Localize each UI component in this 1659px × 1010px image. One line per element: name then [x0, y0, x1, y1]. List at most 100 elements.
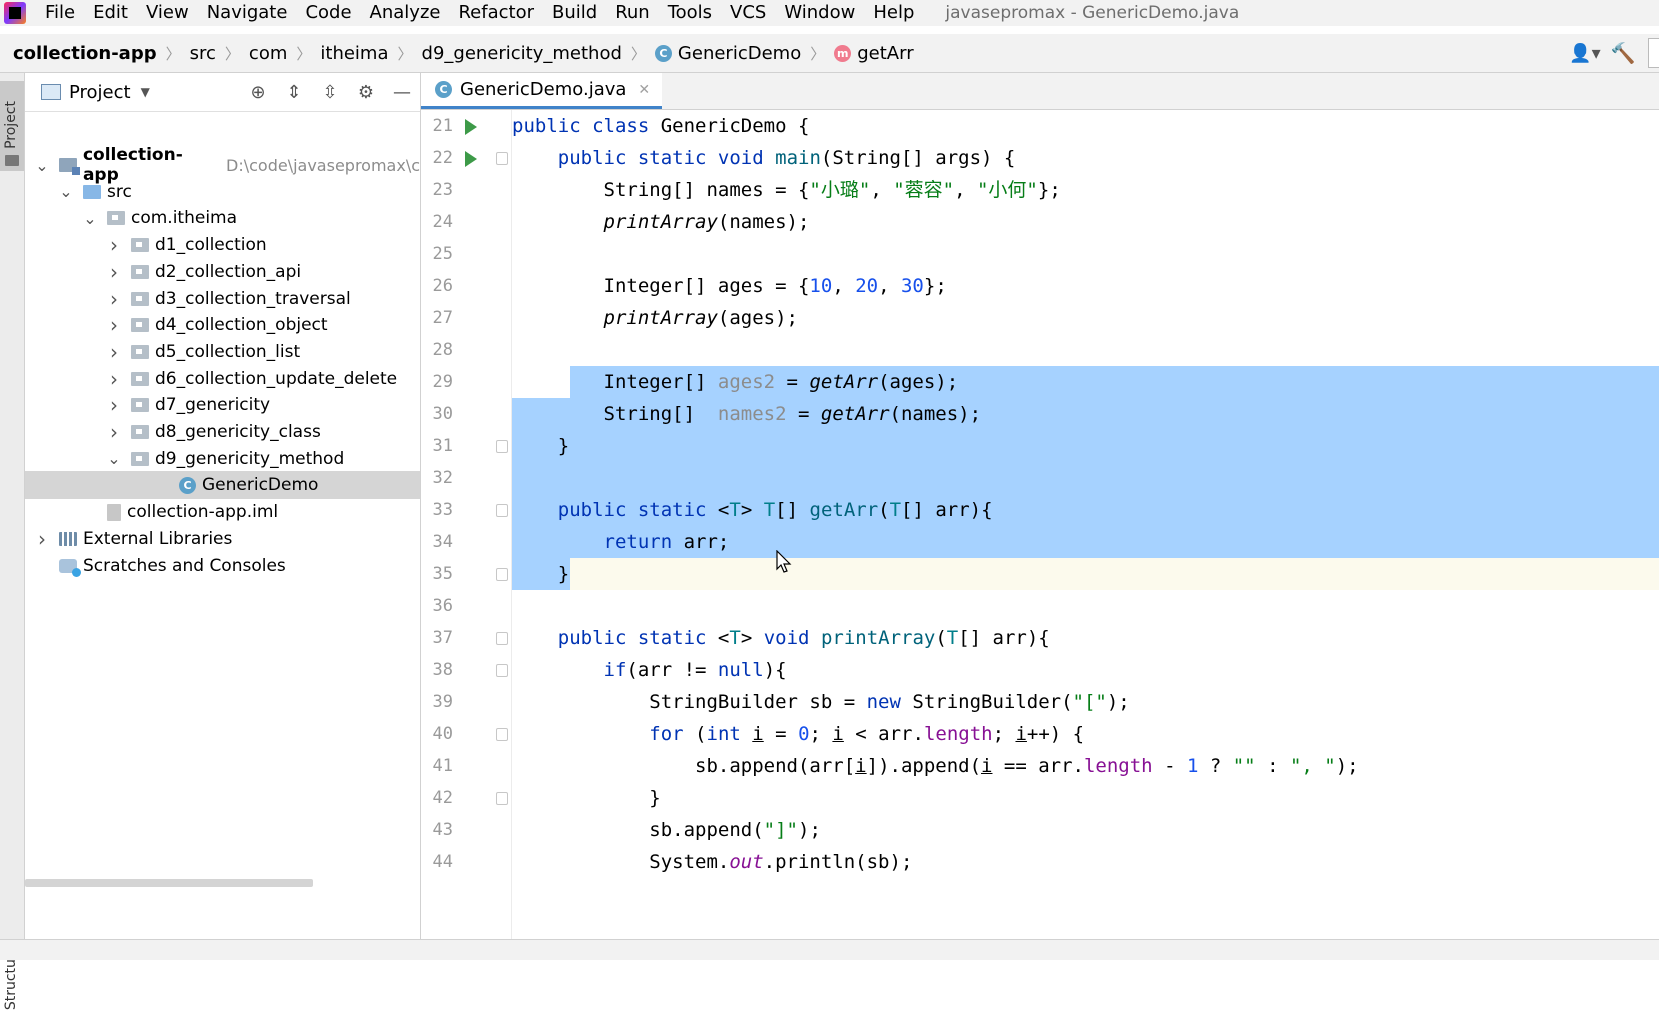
- line-number: 43: [432, 820, 453, 840]
- breadcrumb-itheima[interactable]: itheima: [320, 43, 388, 64]
- package-icon: [131, 425, 149, 439]
- chevron-right-icon[interactable]: ›: [107, 233, 121, 257]
- code-line: sb.append("]");: [512, 819, 821, 841]
- code-area[interactable]: public class GenericDemo { public static…: [512, 110, 1659, 939]
- tree-item-label: d9_genericity_method: [155, 448, 345, 469]
- tree-item[interactable]: ›CGenericDemo: [25, 471, 420, 500]
- hide-panel-icon[interactable]: —: [384, 82, 420, 103]
- tree-item[interactable]: ⌄ src: [25, 178, 420, 206]
- run-icon[interactable]: [465, 151, 477, 167]
- chevron-right-icon[interactable]: ›: [107, 313, 121, 337]
- breadcrumb-src[interactable]: src: [190, 43, 216, 64]
- horizontal-scrollbar[interactable]: [25, 879, 313, 887]
- fold-icon[interactable]: [496, 152, 508, 165]
- chevron-right-icon[interactable]: ›: [107, 367, 121, 391]
- chevron-right-icon[interactable]: ›: [107, 260, 121, 284]
- menu-build[interactable]: Build: [543, 0, 606, 26]
- menu-vcs[interactable]: VCS: [721, 0, 775, 26]
- fold-icon[interactable]: [496, 568, 508, 581]
- gutter-line: 23: [421, 174, 511, 206]
- project-view-icon: [41, 84, 61, 100]
- chevron-down-icon[interactable]: ⌄: [83, 209, 97, 228]
- menu-analyze[interactable]: Analyze: [361, 0, 450, 26]
- menu-view[interactable]: View: [137, 0, 198, 26]
- module-icon: [58, 158, 80, 175]
- line-number: 26: [432, 276, 453, 296]
- expand-all-icon[interactable]: ⇕: [276, 82, 312, 103]
- breadcrumb-project[interactable]: collection-app: [13, 43, 157, 64]
- run-icon[interactable]: [465, 119, 477, 135]
- chevron-down-icon[interactable]: ⌄: [59, 182, 73, 201]
- chevron-right-icon: 〉: [165, 44, 181, 63]
- chevron-down-icon[interactable]: ⌄: [35, 156, 49, 175]
- code-line: return arr;: [603, 531, 730, 553]
- chevron-down-icon[interactable]: ⌄: [107, 449, 121, 468]
- user-dropdown-icon[interactable]: 👤▾: [1566, 38, 1604, 68]
- tree-item[interactable]: › d7_genericity: [25, 391, 420, 419]
- breadcrumb-method[interactable]: m getArr: [834, 43, 914, 64]
- gutter-line: 41: [421, 750, 511, 782]
- fold-icon[interactable]: [496, 632, 508, 645]
- menu-run[interactable]: Run: [606, 0, 659, 26]
- menu-window[interactable]: Window: [775, 0, 864, 26]
- tree-item[interactable]: › External Libraries: [25, 525, 420, 553]
- chevron-right-icon[interactable]: ›: [107, 340, 121, 364]
- close-icon[interactable]: ✕: [638, 82, 650, 98]
- build-hammer-icon[interactable]: 🔨: [1604, 38, 1642, 68]
- fold-icon[interactable]: [496, 504, 508, 517]
- tree-item[interactable]: › d4_collection_object: [25, 311, 420, 339]
- tree-item[interactable]: › d6_collection_update_delete: [25, 365, 420, 393]
- run-config-box[interactable]: [1648, 38, 1659, 68]
- editor-tab-genericdemo[interactable]: C GenericDemo.java ✕: [421, 73, 663, 109]
- line-number: 24: [432, 212, 453, 232]
- tree-item[interactable]: › d3_collection_traversal: [25, 285, 420, 313]
- tree-item-label: com.itheima: [131, 208, 238, 229]
- menu-edit[interactable]: Edit: [84, 0, 137, 26]
- editor-gutter: 21 22 23 24 25 26 27 28 29 30 31 32 33 34 35 36 37 38 39 40…: [421, 110, 512, 939]
- project-view-selector[interactable]: Project: [69, 82, 131, 103]
- menu-bar: File Edit View Navigate Code Analyze Ref…: [0, 0, 1659, 26]
- tree-item[interactable]: › d8_genericity_class: [25, 418, 420, 446]
- menu-tools[interactable]: Tools: [659, 0, 721, 26]
- tree-item[interactable]: › d5_collection_list: [25, 338, 420, 366]
- folder-icon: [5, 155, 19, 166]
- tree-item[interactable]: ⌄ collection-app D:\code\javasepromax\c: [25, 145, 420, 185]
- code-line: }: [512, 435, 570, 457]
- breadcrumb-package[interactable]: d9_genericity_method: [422, 43, 622, 64]
- line-number: 25: [432, 244, 453, 264]
- gutter-line: 36: [421, 590, 511, 622]
- tree-item[interactable]: ›Scratches and Consoles: [25, 552, 420, 580]
- chevron-right-icon[interactable]: ›: [107, 287, 121, 311]
- project-tool-button[interactable]: Project: [0, 81, 24, 171]
- tree-item[interactable]: ⌄ com.itheima: [25, 204, 420, 232]
- breadcrumb-class[interactable]: C GenericDemo: [654, 43, 801, 64]
- fold-icon[interactable]: [496, 664, 508, 677]
- tree-item[interactable]: › d2_collection_api: [25, 258, 420, 286]
- collapse-all-icon[interactable]: ⇳: [312, 82, 348, 103]
- chevron-right-icon[interactable]: ›: [107, 393, 121, 417]
- menu-refactor[interactable]: Refactor: [449, 0, 543, 26]
- tree-item-label: d6_collection_update_delete: [155, 368, 398, 389]
- tree-item[interactable]: ⌄ d9_genericity_method: [25, 445, 420, 473]
- chevron-right-icon[interactable]: ›: [35, 527, 49, 551]
- gear-icon[interactable]: ⚙: [348, 82, 384, 103]
- tree-item[interactable]: › d1_collection: [25, 231, 420, 259]
- line-number: 30: [432, 404, 453, 424]
- menu-navigate[interactable]: Navigate: [198, 0, 297, 26]
- locate-file-icon[interactable]: ⊕: [240, 82, 276, 103]
- line-number: 39: [432, 692, 453, 712]
- code-line: System.out.println(sb);: [512, 851, 913, 873]
- package-icon: [131, 238, 149, 253]
- breadcrumb-com[interactable]: com: [249, 43, 287, 64]
- fold-icon[interactable]: [496, 440, 508, 453]
- chevron-right-icon[interactable]: ›: [107, 420, 121, 444]
- fold-icon[interactable]: [496, 728, 508, 741]
- menu-file[interactable]: File: [36, 0, 84, 26]
- fold-icon[interactable]: [496, 792, 508, 805]
- tree-item[interactable]: ›collection-app.iml: [25, 498, 420, 526]
- menu-code[interactable]: Code: [296, 0, 360, 26]
- gutter-line: 28: [421, 334, 511, 366]
- chevron-down-icon[interactable]: ▼: [141, 85, 150, 99]
- line-number: 23: [432, 180, 453, 200]
- menu-help[interactable]: Help: [864, 0, 923, 26]
